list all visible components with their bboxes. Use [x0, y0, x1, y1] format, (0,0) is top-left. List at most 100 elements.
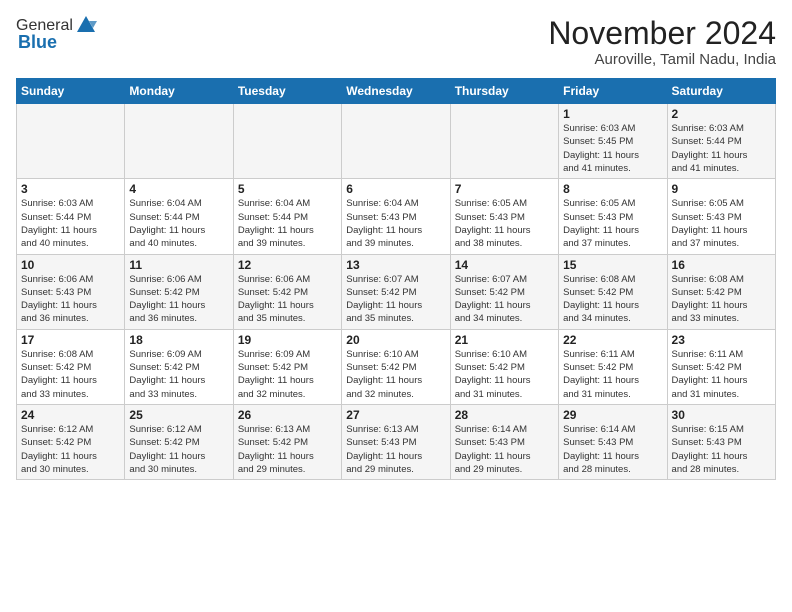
day-info: Sunrise: 6:13 AM Sunset: 5:43 PM Dayligh… [346, 423, 445, 476]
week-row-0: 1Sunrise: 6:03 AM Sunset: 5:45 PM Daylig… [17, 104, 776, 179]
calendar-cell-w1-d5: 8Sunrise: 6:05 AM Sunset: 5:43 PM Daylig… [559, 179, 667, 254]
calendar-cell-w1-d6: 9Sunrise: 6:05 AM Sunset: 5:43 PM Daylig… [667, 179, 775, 254]
day-number: 3 [21, 182, 120, 196]
calendar-cell-w2-d3: 13Sunrise: 6:07 AM Sunset: 5:42 PM Dayli… [342, 254, 450, 329]
day-info: Sunrise: 6:06 AM Sunset: 5:42 PM Dayligh… [238, 273, 337, 326]
calendar-cell-w3-d3: 20Sunrise: 6:10 AM Sunset: 5:42 PM Dayli… [342, 329, 450, 404]
day-number: 23 [672, 333, 771, 347]
week-row-1: 3Sunrise: 6:03 AM Sunset: 5:44 PM Daylig… [17, 179, 776, 254]
day-number: 10 [21, 258, 120, 272]
day-number: 16 [672, 258, 771, 272]
calendar-cell-w2-d0: 10Sunrise: 6:06 AM Sunset: 5:43 PM Dayli… [17, 254, 125, 329]
day-info: Sunrise: 6:08 AM Sunset: 5:42 PM Dayligh… [563, 273, 662, 326]
day-info: Sunrise: 6:04 AM Sunset: 5:44 PM Dayligh… [238, 197, 337, 250]
day-number: 17 [21, 333, 120, 347]
day-number: 30 [672, 408, 771, 422]
day-info: Sunrise: 6:09 AM Sunset: 5:42 PM Dayligh… [129, 348, 228, 401]
header-friday: Friday [559, 79, 667, 104]
day-number: 24 [21, 408, 120, 422]
title-block: November 2024 Auroville, Tamil Nadu, Ind… [548, 16, 776, 68]
day-info: Sunrise: 6:08 AM Sunset: 5:42 PM Dayligh… [21, 348, 120, 401]
day-info: Sunrise: 6:14 AM Sunset: 5:43 PM Dayligh… [563, 423, 662, 476]
day-number: 7 [455, 182, 554, 196]
day-number: 1 [563, 107, 662, 121]
week-row-4: 24Sunrise: 6:12 AM Sunset: 5:42 PM Dayli… [17, 404, 776, 479]
calendar-cell-w4-d6: 30Sunrise: 6:15 AM Sunset: 5:43 PM Dayli… [667, 404, 775, 479]
day-number: 6 [346, 182, 445, 196]
calendar-cell-w3-d4: 21Sunrise: 6:10 AM Sunset: 5:42 PM Dayli… [450, 329, 558, 404]
day-number: 13 [346, 258, 445, 272]
day-number: 22 [563, 333, 662, 347]
calendar-cell-w0-d4 [450, 104, 558, 179]
calendar-cell-w4-d5: 29Sunrise: 6:14 AM Sunset: 5:43 PM Dayli… [559, 404, 667, 479]
calendar-cell-w2-d6: 16Sunrise: 6:08 AM Sunset: 5:42 PM Dayli… [667, 254, 775, 329]
page: General Blue November 2024 Auroville, Ta… [0, 0, 792, 612]
header-sunday: Sunday [17, 79, 125, 104]
day-info: Sunrise: 6:12 AM Sunset: 5:42 PM Dayligh… [21, 423, 120, 476]
day-info: Sunrise: 6:05 AM Sunset: 5:43 PM Dayligh… [563, 197, 662, 250]
day-number: 28 [455, 408, 554, 422]
calendar-cell-w3-d5: 22Sunrise: 6:11 AM Sunset: 5:42 PM Dayli… [559, 329, 667, 404]
location-title: Auroville, Tamil Nadu, India [548, 51, 776, 68]
day-info: Sunrise: 6:04 AM Sunset: 5:43 PM Dayligh… [346, 197, 445, 250]
calendar-table: Sunday Monday Tuesday Wednesday Thursday… [16, 78, 776, 480]
day-info: Sunrise: 6:11 AM Sunset: 5:42 PM Dayligh… [672, 348, 771, 401]
calendar-cell-w3-d0: 17Sunrise: 6:08 AM Sunset: 5:42 PM Dayli… [17, 329, 125, 404]
calendar-cell-w2-d1: 11Sunrise: 6:06 AM Sunset: 5:42 PM Dayli… [125, 254, 233, 329]
day-info: Sunrise: 6:05 AM Sunset: 5:43 PM Dayligh… [672, 197, 771, 250]
day-number: 19 [238, 333, 337, 347]
weekday-header-row: Sunday Monday Tuesday Wednesday Thursday… [17, 79, 776, 104]
day-number: 27 [346, 408, 445, 422]
day-info: Sunrise: 6:05 AM Sunset: 5:43 PM Dayligh… [455, 197, 554, 250]
calendar-cell-w1-d2: 5Sunrise: 6:04 AM Sunset: 5:44 PM Daylig… [233, 179, 341, 254]
day-number: 5 [238, 182, 337, 196]
week-row-2: 10Sunrise: 6:06 AM Sunset: 5:43 PM Dayli… [17, 254, 776, 329]
calendar-cell-w1-d4: 7Sunrise: 6:05 AM Sunset: 5:43 PM Daylig… [450, 179, 558, 254]
header-wednesday: Wednesday [342, 79, 450, 104]
day-info: Sunrise: 6:06 AM Sunset: 5:43 PM Dayligh… [21, 273, 120, 326]
logo-blue-text: Blue [18, 32, 57, 53]
calendar-cell-w0-d2 [233, 104, 341, 179]
day-number: 14 [455, 258, 554, 272]
day-info: Sunrise: 6:06 AM Sunset: 5:42 PM Dayligh… [129, 273, 228, 326]
day-number: 11 [129, 258, 228, 272]
calendar-cell-w2-d4: 14Sunrise: 6:07 AM Sunset: 5:42 PM Dayli… [450, 254, 558, 329]
day-info: Sunrise: 6:11 AM Sunset: 5:42 PM Dayligh… [563, 348, 662, 401]
day-info: Sunrise: 6:10 AM Sunset: 5:42 PM Dayligh… [455, 348, 554, 401]
calendar-cell-w2-d2: 12Sunrise: 6:06 AM Sunset: 5:42 PM Dayli… [233, 254, 341, 329]
day-info: Sunrise: 6:14 AM Sunset: 5:43 PM Dayligh… [455, 423, 554, 476]
header-thursday: Thursday [450, 79, 558, 104]
calendar-cell-w1-d0: 3Sunrise: 6:03 AM Sunset: 5:44 PM Daylig… [17, 179, 125, 254]
calendar-cell-w0-d3 [342, 104, 450, 179]
header: General Blue November 2024 Auroville, Ta… [16, 16, 776, 68]
day-number: 8 [563, 182, 662, 196]
day-info: Sunrise: 6:10 AM Sunset: 5:42 PM Dayligh… [346, 348, 445, 401]
calendar-cell-w0-d5: 1Sunrise: 6:03 AM Sunset: 5:45 PM Daylig… [559, 104, 667, 179]
calendar-cell-w1-d1: 4Sunrise: 6:04 AM Sunset: 5:44 PM Daylig… [125, 179, 233, 254]
day-info: Sunrise: 6:07 AM Sunset: 5:42 PM Dayligh… [455, 273, 554, 326]
calendar-cell-w4-d3: 27Sunrise: 6:13 AM Sunset: 5:43 PM Dayli… [342, 404, 450, 479]
calendar-cell-w1-d3: 6Sunrise: 6:04 AM Sunset: 5:43 PM Daylig… [342, 179, 450, 254]
day-number: 20 [346, 333, 445, 347]
calendar-cell-w4-d2: 26Sunrise: 6:13 AM Sunset: 5:42 PM Dayli… [233, 404, 341, 479]
day-number: 25 [129, 408, 228, 422]
month-title: November 2024 [548, 16, 776, 51]
calendar-cell-w4-d1: 25Sunrise: 6:12 AM Sunset: 5:42 PM Dayli… [125, 404, 233, 479]
day-number: 4 [129, 182, 228, 196]
day-number: 2 [672, 107, 771, 121]
calendar-cell-w4-d0: 24Sunrise: 6:12 AM Sunset: 5:42 PM Dayli… [17, 404, 125, 479]
day-info: Sunrise: 6:12 AM Sunset: 5:42 PM Dayligh… [129, 423, 228, 476]
day-number: 29 [563, 408, 662, 422]
day-info: Sunrise: 6:09 AM Sunset: 5:42 PM Dayligh… [238, 348, 337, 401]
day-info: Sunrise: 6:13 AM Sunset: 5:42 PM Dayligh… [238, 423, 337, 476]
day-info: Sunrise: 6:15 AM Sunset: 5:43 PM Dayligh… [672, 423, 771, 476]
logo-icon [75, 14, 97, 36]
week-row-3: 17Sunrise: 6:08 AM Sunset: 5:42 PM Dayli… [17, 329, 776, 404]
header-monday: Monday [125, 79, 233, 104]
day-number: 9 [672, 182, 771, 196]
calendar-cell-w0-d0 [17, 104, 125, 179]
calendar-cell-w2-d5: 15Sunrise: 6:08 AM Sunset: 5:42 PM Dayli… [559, 254, 667, 329]
day-info: Sunrise: 6:03 AM Sunset: 5:44 PM Dayligh… [672, 122, 771, 175]
day-info: Sunrise: 6:03 AM Sunset: 5:44 PM Dayligh… [21, 197, 120, 250]
header-tuesday: Tuesday [233, 79, 341, 104]
